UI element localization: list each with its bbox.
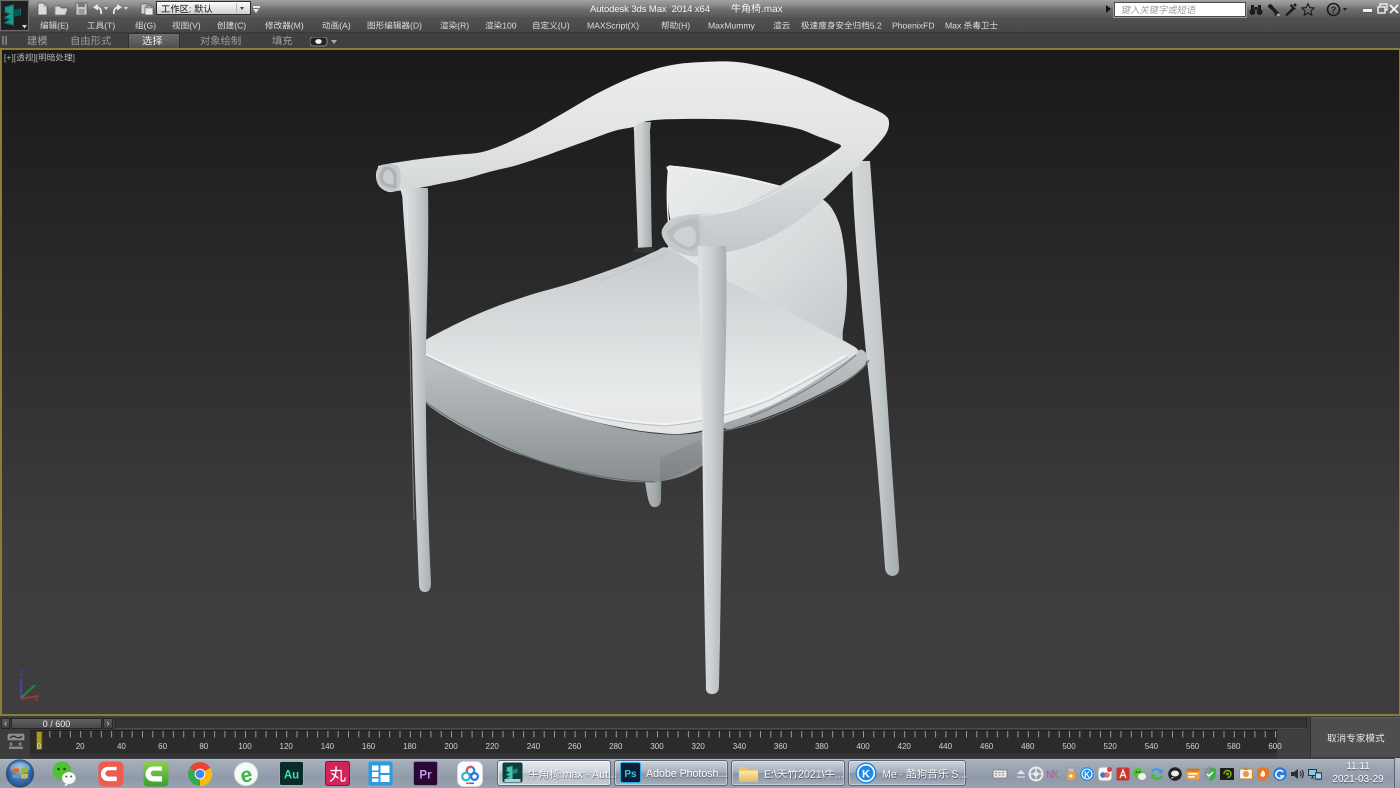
- svg-text:300: 300: [650, 742, 664, 751]
- svg-text:480: 480: [1021, 742, 1035, 751]
- svg-text:K: K: [1084, 771, 1090, 780]
- svg-text:20: 20: [76, 742, 85, 751]
- svg-text:40: 40: [117, 742, 126, 751]
- svg-text:Ps: Ps: [624, 769, 637, 780]
- svg-text:K: K: [862, 769, 870, 781]
- svg-text:80: 80: [199, 742, 208, 751]
- svg-text:?: ?: [1331, 5, 1337, 15]
- svg-text:420: 420: [898, 742, 912, 751]
- svg-text:60: 60: [158, 742, 167, 751]
- svg-text:400: 400: [856, 742, 870, 751]
- svg-text:100: 100: [238, 742, 252, 751]
- svg-text:460: 460: [980, 742, 994, 751]
- svg-text:200: 200: [444, 742, 458, 751]
- svg-text:580: 580: [1227, 742, 1241, 751]
- svg-text:500: 500: [1062, 742, 1076, 751]
- svg-text:440: 440: [939, 742, 953, 751]
- svg-text:600: 600: [1268, 742, 1282, 751]
- svg-text:560: 560: [1186, 742, 1200, 751]
- svg-text:280: 280: [609, 742, 623, 751]
- svg-text:260: 260: [568, 742, 582, 751]
- svg-text:320: 320: [692, 742, 706, 751]
- svg-text:240: 240: [527, 742, 541, 751]
- svg-text:160: 160: [362, 742, 376, 751]
- svg-text:520: 520: [1104, 742, 1118, 751]
- svg-text:140: 140: [321, 742, 335, 751]
- svg-text:220: 220: [486, 742, 500, 751]
- svg-text:540: 540: [1145, 742, 1159, 751]
- svg-text:0: 0: [37, 742, 42, 751]
- svg-text:z: z: [19, 667, 24, 677]
- svg-text:180: 180: [403, 742, 417, 751]
- svg-text:360: 360: [774, 742, 788, 751]
- svg-text:340: 340: [733, 742, 747, 751]
- svg-text:Pr: Pr: [419, 770, 432, 782]
- svg-text:Au: Au: [284, 770, 299, 782]
- svg-text:120: 120: [280, 742, 294, 751]
- svg-text:380: 380: [815, 742, 829, 751]
